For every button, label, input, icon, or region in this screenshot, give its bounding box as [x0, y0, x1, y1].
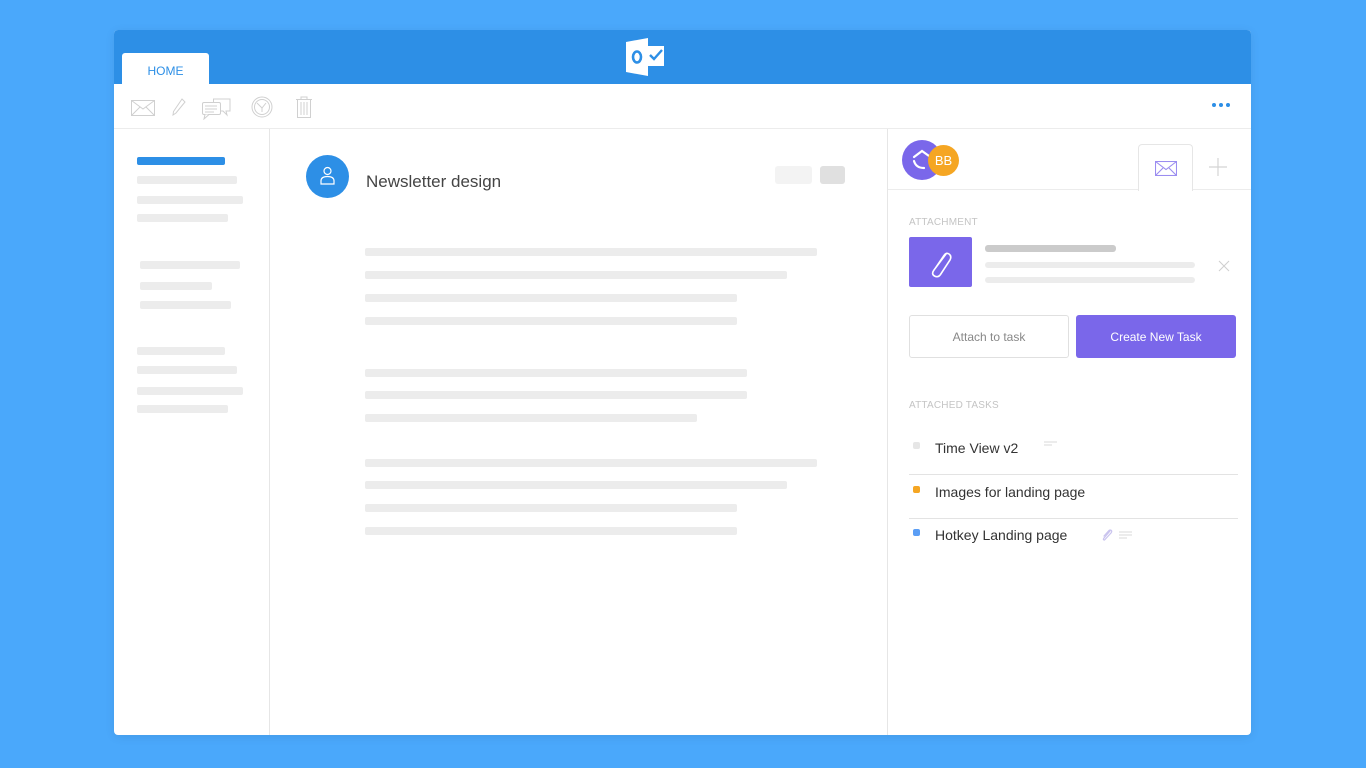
sender-avatar	[306, 155, 349, 198]
ribbon: HOME	[114, 30, 1251, 84]
text-line	[365, 527, 737, 535]
pencil-icon[interactable]	[172, 98, 186, 116]
add-tab-icon[interactable]	[1208, 157, 1228, 177]
notes-icon	[1119, 531, 1133, 539]
folder-item[interactable]	[140, 301, 231, 309]
attachment-label: ATTACHMENT	[909, 217, 978, 228]
create-new-task-button[interactable]: Create New Task	[1076, 315, 1236, 358]
task-item[interactable]: Images for landing page	[909, 475, 1238, 519]
text-line	[365, 294, 737, 302]
attach-to-task-button[interactable]: Attach to task	[909, 315, 1069, 358]
task-item[interactable]: Time View v2	[909, 431, 1238, 475]
task-color-dot	[913, 486, 920, 493]
chat-icon[interactable]	[202, 98, 231, 120]
close-icon[interactable]	[1218, 260, 1230, 272]
email-subject: Newsletter design	[366, 172, 502, 191]
tab-home[interactable]: HOME	[122, 53, 209, 84]
text-line	[365, 271, 787, 279]
outlook-window: HOME Newsletter design BB ATTACHMENT Att…	[114, 30, 1251, 735]
folder-item[interactable]	[137, 196, 243, 204]
task-item[interactable]: Hotkey Landing page	[909, 518, 1238, 562]
trash-icon[interactable]	[295, 96, 313, 118]
mail-icon[interactable]	[131, 100, 155, 116]
more-icon[interactable]	[1211, 100, 1231, 110]
task-name: Time View v2	[935, 440, 1019, 456]
outlook-logo-icon	[626, 38, 664, 76]
task-name: Images for landing page	[935, 484, 1086, 500]
user-icon	[320, 166, 335, 185]
folder-item[interactable]	[137, 387, 243, 395]
email-action-button[interactable]	[820, 166, 845, 184]
task-name: Hotkey Landing page	[935, 527, 1068, 543]
text-line	[365, 317, 737, 325]
text-line	[365, 481, 787, 489]
text-line	[365, 504, 737, 512]
text-line	[365, 414, 697, 422]
folder-item[interactable]	[140, 261, 240, 269]
attachment-detail	[985, 277, 1195, 283]
panel-header: BB	[888, 129, 1251, 191]
attachment-detail	[985, 262, 1195, 268]
folder-item-active[interactable]	[137, 157, 225, 165]
tab-mail[interactable]	[1138, 144, 1193, 191]
folder-item[interactable]	[137, 347, 225, 355]
clock-icon[interactable]	[251, 96, 273, 118]
folder-item[interactable]	[137, 366, 237, 374]
folder-item[interactable]	[137, 176, 237, 184]
task-addin-panel: BB ATTACHMENT Attach to task Create New	[887, 129, 1251, 735]
paperclip-icon	[931, 252, 952, 278]
text-line	[365, 248, 817, 256]
notes-icon	[1044, 441, 1058, 446]
folder-sidebar	[114, 129, 270, 735]
text-line	[365, 459, 817, 467]
attachment-thumbnail	[909, 237, 972, 287]
user-avatar[interactable]: BB	[928, 145, 959, 176]
text-line	[365, 369, 747, 377]
task-color-dot	[913, 442, 920, 449]
folder-item[interactable]	[140, 282, 212, 290]
mail-icon	[1155, 161, 1177, 176]
text-line	[365, 391, 747, 399]
email-action-button[interactable]	[775, 166, 812, 184]
paperclip-icon	[1103, 529, 1113, 541]
folder-item[interactable]	[137, 214, 228, 222]
folder-item[interactable]	[137, 405, 228, 413]
toolbar	[114, 84, 1251, 129]
attached-tasks-label: ATTACHED TASKS	[909, 400, 999, 411]
attachment-name	[985, 245, 1116, 252]
reading-pane: Newsletter design	[270, 129, 887, 735]
task-color-dot	[913, 529, 920, 536]
